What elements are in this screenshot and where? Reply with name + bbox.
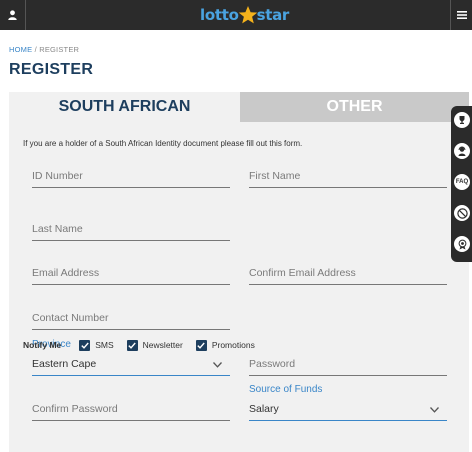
trophy-icon xyxy=(459,116,465,124)
first-name-placeholder: First Name xyxy=(249,170,301,182)
breadcrumb-current: REGISTER xyxy=(39,45,80,54)
source-of-funds-value: Salary xyxy=(249,403,279,415)
email-placeholder: Email Address xyxy=(32,267,100,279)
promotions-label: Promotions xyxy=(211,340,255,350)
responsible-gambling-icon xyxy=(458,239,466,249)
contact-number-placeholder: Contact Number xyxy=(32,312,109,324)
newsletter-checkbox[interactable]: Newsletter xyxy=(126,339,183,351)
contact-number-field[interactable]: Contact Number xyxy=(32,310,230,330)
province-value: Eastern Cape xyxy=(32,358,97,370)
password-field[interactable]: Password xyxy=(249,356,447,376)
user-icon xyxy=(8,10,17,20)
id-number-placeholder: ID Number xyxy=(32,170,83,182)
top-bar: lotto star xyxy=(0,0,472,30)
side-quick-links: FAQ xyxy=(451,106,472,262)
checkbox-checked-icon[interactable] xyxy=(126,339,138,351)
no-entry-18-icon xyxy=(456,207,468,219)
registration-form-card: SOUTH AFRICAN OTHER If you are a holder … xyxy=(9,92,469,452)
confirm-password-placeholder: Confirm Password xyxy=(32,403,118,415)
notify-me-label: Notify Me xyxy=(23,340,62,350)
tab-south-african[interactable]: SOUTH AFRICAN xyxy=(9,92,240,122)
faq-button[interactable]: FAQ xyxy=(454,174,470,190)
faq-icon: FAQ xyxy=(455,179,469,185)
support-button[interactable] xyxy=(454,143,470,159)
breadcrumb-separator: / xyxy=(34,45,37,54)
confirm-password-field[interactable]: Confirm Password xyxy=(32,401,230,421)
province-select[interactable]: Eastern Cape xyxy=(32,356,230,376)
last-name-field[interactable]: Last Name xyxy=(32,221,230,241)
email-field[interactable]: Email Address xyxy=(32,265,230,285)
last-name-placeholder: Last Name xyxy=(32,223,83,235)
confirm-email-field[interactable]: Confirm Email Address xyxy=(249,265,447,285)
sms-checkbox[interactable]: SMS xyxy=(79,339,114,351)
lottostar-logo[interactable]: lotto star xyxy=(200,5,289,25)
password-placeholder: Password xyxy=(249,358,296,370)
tab-other[interactable]: OTHER xyxy=(240,92,469,122)
logo-text-star: star xyxy=(256,6,290,24)
user-button[interactable] xyxy=(0,0,26,30)
checkbox-checked-icon[interactable] xyxy=(79,339,91,351)
chevron-down-icon xyxy=(213,362,222,368)
page-title: REGISTER xyxy=(9,61,94,78)
hamburger-menu-icon xyxy=(456,11,467,19)
breadcrumb-home-link[interactable]: HOME xyxy=(9,45,32,54)
source-of-funds-select[interactable]: Salary xyxy=(249,401,447,421)
confirm-email-placeholder: Confirm Email Address xyxy=(249,267,356,279)
responsible-gambling-button[interactable] xyxy=(454,236,470,252)
notify-me-group: Notify Me SMS Newsletter Promotions xyxy=(23,338,268,352)
logo-text-lotto: lotto xyxy=(200,6,239,24)
checkbox-checked-icon[interactable] xyxy=(195,339,207,351)
trophy-button[interactable] xyxy=(454,112,470,128)
first-name-field[interactable]: First Name xyxy=(249,168,447,188)
age-restriction-button[interactable] xyxy=(454,205,470,221)
chevron-down-icon xyxy=(430,407,439,413)
form-intro-text: If you are a holder of a South African I… xyxy=(23,139,303,148)
newsletter-label: Newsletter xyxy=(142,340,183,350)
promotions-checkbox[interactable]: Promotions xyxy=(195,339,255,351)
menu-button[interactable] xyxy=(450,0,472,30)
star-icon xyxy=(238,6,257,24)
breadcrumb: HOME / REGISTER xyxy=(9,45,79,54)
source-of-funds-label: Source of Funds xyxy=(249,384,323,395)
sms-label: SMS xyxy=(95,340,114,350)
support-agent-icon xyxy=(458,146,466,156)
id-number-field[interactable]: ID Number xyxy=(32,168,230,188)
